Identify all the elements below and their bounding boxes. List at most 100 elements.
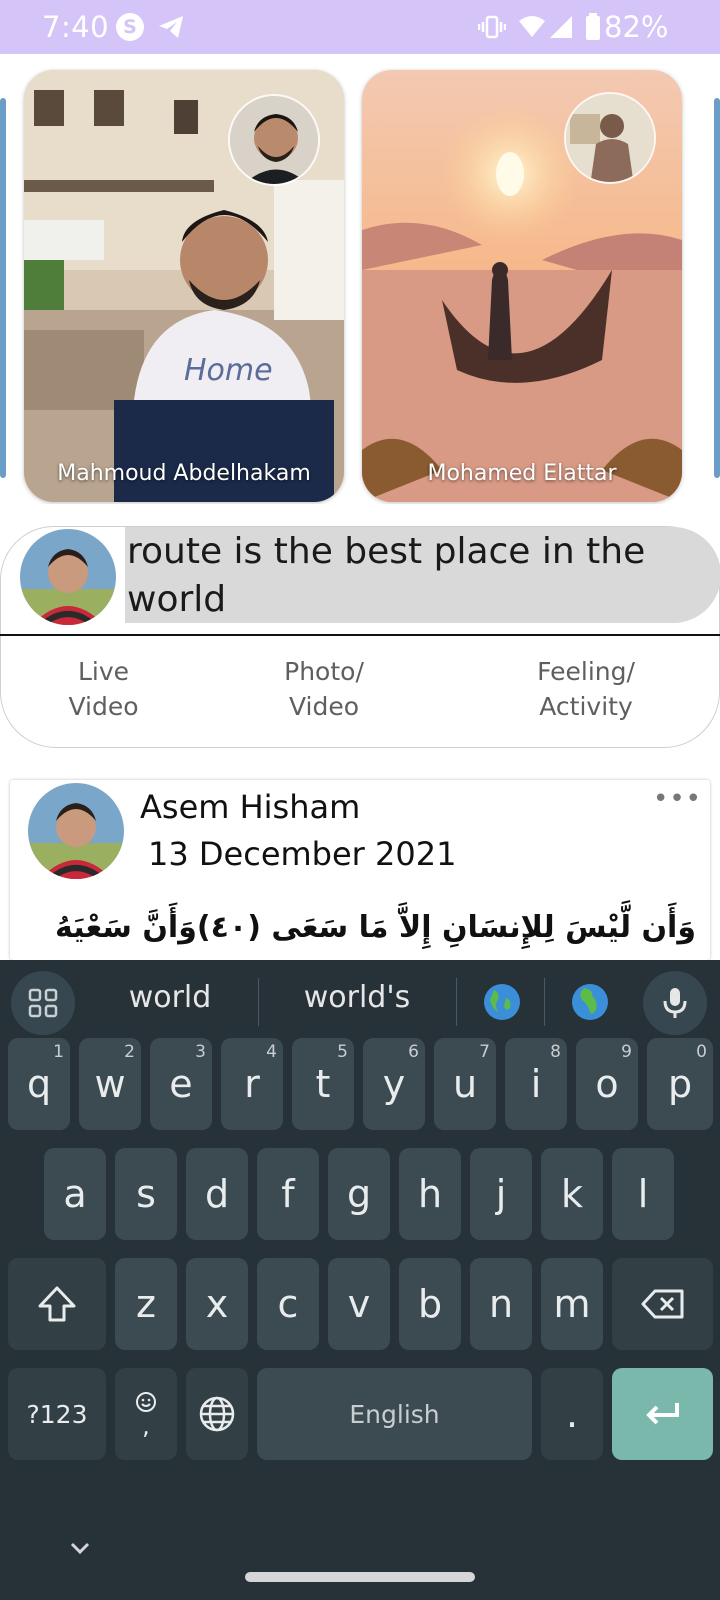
period-key[interactable]: .	[541, 1368, 603, 1460]
key-w[interactable]: 2w	[79, 1038, 141, 1130]
suggestion-2[interactable]: world's	[272, 980, 442, 1015]
key-label: u	[452, 1062, 478, 1106]
status-bar: 7:40 S 82%	[0, 0, 720, 54]
key-hint: 5	[337, 1042, 348, 1062]
globe-icon	[199, 1396, 235, 1432]
battery-icon	[585, 12, 601, 42]
post-date: 13 December 2021	[148, 835, 457, 873]
key-s[interactable]: s	[115, 1148, 177, 1240]
shift-key[interactable]	[8, 1258, 106, 1350]
photo-video-button[interactable]: Photo/ Video	[259, 654, 389, 724]
key-a[interactable]: a	[44, 1148, 106, 1240]
story-card[interactable]: Mohamed Elattar	[362, 70, 682, 502]
key-hint: 2	[124, 1042, 135, 1062]
svg-text:Home: Home	[184, 353, 273, 388]
wifi-icon	[518, 12, 546, 42]
globe-europe-africa-icon[interactable]	[570, 982, 610, 1022]
key-f[interactable]: f	[257, 1148, 319, 1240]
enter-key[interactable]	[612, 1368, 713, 1460]
key-k[interactable]: k	[541, 1148, 603, 1240]
post-composer: route is the best place in the world Liv…	[0, 526, 720, 748]
key-label: o	[595, 1062, 619, 1106]
story-edge-left	[0, 98, 6, 478]
story-card[interactable]: Home Mahmoud Abdelhakam	[24, 70, 344, 502]
key-d[interactable]: d	[186, 1148, 248, 1240]
more-options-icon[interactable]: •••	[653, 784, 702, 814]
backspace-key[interactable]	[612, 1258, 713, 1350]
story-name: Mohamed Elattar	[427, 461, 617, 486]
globe-americas-icon[interactable]	[482, 982, 522, 1022]
key-label: p	[667, 1062, 693, 1106]
post-card: Asem Hisham 13 December 2021 ••• وَأَن ل…	[10, 780, 710, 960]
suggestion-1[interactable]: world	[100, 980, 240, 1015]
key-hint: 9	[621, 1042, 632, 1062]
live-video-button[interactable]: Live Video	[41, 654, 166, 724]
key-label: r	[244, 1062, 260, 1106]
smiley-icon	[136, 1392, 156, 1412]
telegram-icon	[156, 12, 186, 42]
key-i[interactable]: 8i	[505, 1038, 567, 1130]
key-p[interactable]: 0p	[647, 1038, 713, 1130]
key-q[interactable]: 1q	[8, 1038, 70, 1130]
vibrate-icon	[478, 12, 506, 42]
key-r[interactable]: 4r	[221, 1038, 283, 1130]
key-y[interactable]: 6y	[363, 1038, 425, 1130]
key-hint: 0	[696, 1042, 707, 1062]
suggestion-separator	[456, 978, 457, 1026]
shift-icon	[38, 1286, 76, 1322]
composer-actions: Live Video Photo/ Video Feeling/ Activit…	[0, 636, 720, 748]
space-key[interactable]: English	[257, 1368, 532, 1460]
key-n[interactable]: n	[470, 1258, 532, 1350]
key-hint: 8	[550, 1042, 561, 1062]
key-l[interactable]: l	[612, 1148, 674, 1240]
chevron-down-icon[interactable]	[66, 1534, 94, 1562]
skype-icon: S	[116, 13, 144, 41]
story-avatar	[228, 94, 320, 186]
emoji-comma-key[interactable]: ,	[115, 1368, 177, 1460]
key-e[interactable]: 3e	[150, 1038, 212, 1130]
key-label: y	[382, 1062, 406, 1106]
key-z[interactable]: z	[115, 1258, 177, 1350]
key-x[interactable]: x	[186, 1258, 248, 1350]
symbols-key[interactable]: ?123	[8, 1368, 106, 1460]
comma-label: ,	[142, 1412, 150, 1440]
post-text: وَأَن لَّيْسَ لِلإِنسَانِ إِلاَّ مَا سَع…	[55, 910, 696, 945]
key-hint: 3	[195, 1042, 206, 1062]
key-c[interactable]: c	[257, 1258, 319, 1350]
post-author-name[interactable]: Asem Hisham	[140, 788, 360, 826]
status-time: 7:40	[42, 10, 110, 44]
signal-icon	[548, 12, 574, 42]
key-j[interactable]: j	[470, 1148, 532, 1240]
key-h[interactable]: h	[399, 1148, 461, 1240]
suggestion-separator	[544, 978, 545, 1026]
feeling-activity-button[interactable]: Feeling/ Activity	[501, 654, 671, 724]
key-hint: 7	[479, 1042, 490, 1062]
backspace-icon	[641, 1289, 683, 1319]
key-v[interactable]: v	[328, 1258, 390, 1350]
microphone-icon[interactable]	[643, 971, 707, 1035]
story-edge-right	[714, 98, 720, 478]
key-u[interactable]: 7u	[434, 1038, 496, 1130]
key-o[interactable]: 9o	[576, 1038, 638, 1130]
status-text-input[interactable]: route is the best place in the world	[125, 527, 720, 623]
keyboard-menu-icon[interactable]	[11, 971, 75, 1035]
language-key[interactable]	[186, 1368, 248, 1460]
key-label: q	[26, 1062, 52, 1106]
key-hint: 6	[408, 1042, 419, 1062]
user-avatar	[20, 529, 116, 625]
home-gesture-bar[interactable]	[245, 1572, 475, 1582]
key-b[interactable]: b	[399, 1258, 461, 1350]
key-g[interactable]: g	[328, 1148, 390, 1240]
key-label: w	[94, 1062, 126, 1106]
key-m[interactable]: m	[541, 1258, 603, 1350]
key-hint: 4	[266, 1042, 277, 1062]
key-t[interactable]: 5t	[292, 1038, 354, 1130]
enter-icon	[645, 1403, 679, 1425]
suggestion-bar: world world's	[0, 960, 720, 1048]
story-name: Mahmoud Abdelhakam	[57, 461, 311, 486]
key-label: i	[530, 1062, 542, 1106]
suggestion-separator	[258, 978, 259, 1026]
post-author-avatar[interactable]	[28, 783, 124, 879]
stories-carousel[interactable]: Home Mahmoud Abdelhakam Mohamed Elattar	[0, 68, 720, 504]
battery-percentage: 82%	[604, 10, 669, 44]
